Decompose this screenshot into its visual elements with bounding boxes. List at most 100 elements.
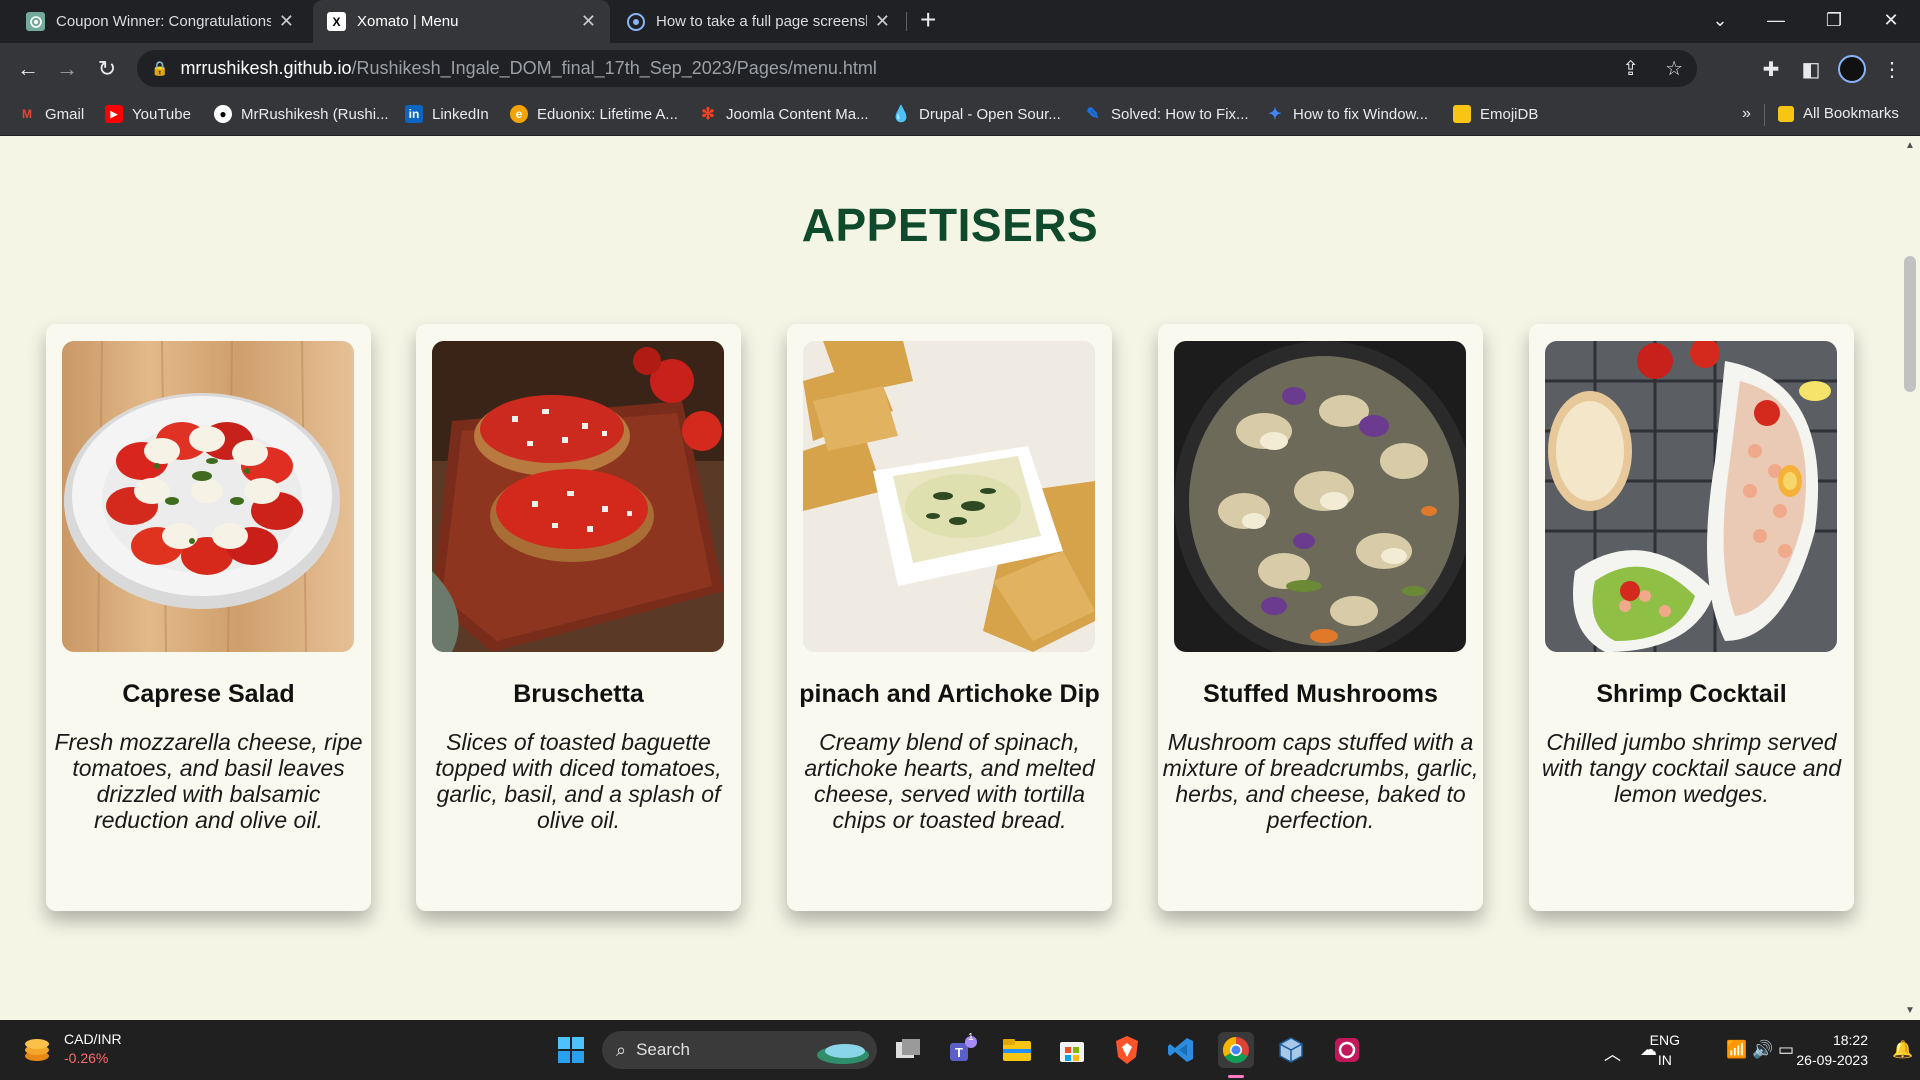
close-tab-icon[interactable]: ✕ [581, 11, 596, 32]
currency-change: -0.26% [64, 1050, 109, 1066]
bookmark-label: Gmail [45, 105, 85, 123]
item-name: pinach and Artichoke Dip [799, 680, 1100, 708]
bookmark-label: YouTube [132, 105, 191, 123]
search-label: Search [636, 1040, 690, 1059]
clock[interactable]: 18:22 26-09-2023 [1796, 1030, 1868, 1070]
wifi-icon[interactable]: 📶 [1726, 1040, 1747, 1060]
extensions-puzzle-icon[interactable]: ✚ [1757, 55, 1785, 83]
currency-widget[interactable]: CAD/INR -0.26% [22, 1030, 122, 1068]
menu-card-stuffed-mushrooms[interactable]: Stuffed Mushrooms Mushroom caps stuffed … [1158, 324, 1483, 911]
svg-text:T: T [955, 1045, 963, 1060]
bookmark-label: LinkedIn [432, 105, 489, 123]
item-description: Chilled jumbo shrimp served with tangy c… [1541, 729, 1842, 807]
profile-avatar-icon[interactable] [1838, 55, 1866, 83]
forward-arrow-icon[interactable]: → [51, 53, 83, 85]
windows-start-icon[interactable] [553, 1032, 589, 1068]
taskbar-search-box[interactable]: ⌕ Search [602, 1031, 877, 1069]
notification-bell-icon[interactable]: 🔔 [1892, 1040, 1913, 1060]
show-hidden-icons-chevron-icon[interactable]: ︿ [1604, 1040, 1621, 1065]
active-app-indicator [1228, 1075, 1244, 1078]
tab-divider [906, 12, 907, 31]
chrome-taskbar-icon[interactable] [1218, 1032, 1254, 1068]
bookmark-gmail[interactable]: M Gmail [18, 105, 84, 123]
bookmark-eduonix[interactable]: e Eduonix: Lifetime A... [510, 105, 678, 123]
tab-search-chevron-icon[interactable]: ⌄ [1692, 0, 1748, 40]
page-viewport: APPETISERS Caprese Salad Fresh mozzarell… [0, 136, 1920, 1020]
url-path: /Rushikesh_Ingale_DOM_final_17th_Sep_202… [351, 58, 877, 78]
tab-title: How to take a full page screenshot [656, 13, 867, 30]
sparkle-icon: ✦ [1268, 106, 1282, 123]
search-icon: ⌕ [616, 1039, 627, 1060]
menu-card-spinach-artichoke-dip[interactable]: pinach and Artichoke Dip Creamy blend of… [787, 324, 1112, 911]
scroll-down-arrow-icon[interactable]: ▼ [1905, 1005, 1915, 1016]
volume-icon[interactable]: 🔊 [1752, 1040, 1773, 1060]
bookmark-windows-fix[interactable]: ✦ How to fix Window... [1266, 105, 1429, 124]
bookmark-label: All Bookmarks [1803, 105, 1899, 122]
youtube-icon: ▶ [105, 105, 123, 123]
bookmark-solved[interactable]: ✎ Solved: How to Fix... [1084, 105, 1248, 124]
tab-coupon[interactable]: Coupon Winner: Congratulations ✕ [12, 0, 308, 43]
menu-card-shrimp-cocktail[interactable]: Shrimp Cocktail Chilled jumbo shrimp ser… [1529, 324, 1854, 911]
bookmark-star-icon[interactable]: ☆ [1665, 56, 1683, 81]
clock-time: 18:22 [1832, 1032, 1868, 1048]
menu-card-bruschetta[interactable]: Bruschetta Slices of toasted baguette to… [416, 324, 741, 911]
brave-browser-icon[interactable] [1109, 1032, 1145, 1068]
bookmark-github[interactable]: ● MrRushikesh (Rushi... [214, 105, 389, 123]
item-name: Bruschetta [513, 680, 644, 708]
bookmark-label: MrRushikesh (Rushi... [241, 105, 389, 123]
spinach-artichoke-dip-image [803, 341, 1095, 652]
stuffed-mushrooms-image [1174, 341, 1466, 652]
battery-icon[interactable]: ▭ [1778, 1040, 1794, 1060]
bookmark-label: How to fix Window... [1293, 105, 1429, 123]
xomato-icon: X [327, 12, 346, 31]
address-bar[interactable]: 🔒 mrrushikesh.github.io/Rushikesh_Ingale… [137, 50, 1697, 87]
overflow-label: » [1742, 105, 1751, 122]
tab-xomato-menu[interactable]: X Xomato | Menu ✕ [313, 0, 610, 43]
bookmark-youtube[interactable]: ▶ YouTube [105, 105, 191, 123]
bookmark-emojidb[interactable]: EmojiDB [1453, 105, 1538, 123]
task-view-icon[interactable] [890, 1032, 926, 1068]
bookmarks-overflow-chevron-icon[interactable]: » [1742, 105, 1751, 123]
currency-chart-icon [25, 1039, 49, 1061]
scroll-up-arrow-icon[interactable]: ▲ [1905, 140, 1915, 151]
restore-icon[interactable]: ❐ [1806, 0, 1862, 40]
language-indicator[interactable]: ENG IN [1650, 1030, 1680, 1070]
all-bookmarks-button[interactable]: All Bookmarks [1778, 105, 1899, 122]
microsoft-store-icon[interactable] [1054, 1032, 1090, 1068]
chrome-icon [626, 12, 645, 31]
close-window-icon[interactable]: ✕ [1863, 0, 1919, 40]
search-highlight-icon [817, 1044, 869, 1064]
bookmark-label: Eduonix: Lifetime A... [537, 105, 678, 123]
bookmark-joomla[interactable]: ✻ Joomla Content Ma... [699, 105, 868, 124]
windows-taskbar: CAD/INR -0.26% ⌕ Search T 1 ︿ ☁ ENG IN 📶… [0, 1020, 1920, 1080]
menu-card-caprese-salad[interactable]: Caprese Salad Fresh mozzarella cheese, r… [46, 324, 371, 911]
file-explorer-icon[interactable] [999, 1032, 1035, 1068]
virtualbox-icon[interactable] [1273, 1032, 1309, 1068]
bookmark-drupal[interactable]: 💧 Drupal - Open Sour... [891, 105, 1061, 124]
side-panel-icon[interactable]: ◧ [1797, 55, 1825, 83]
folder-icon [1778, 105, 1794, 122]
reload-icon[interactable]: ↻ [91, 53, 123, 85]
bruschetta-image [432, 341, 724, 652]
back-arrow-icon[interactable]: ← [12, 53, 44, 85]
caprese-salad-image [62, 341, 354, 652]
share-icon[interactable]: ⇪ [1622, 56, 1639, 81]
page-scrollbar[interactable]: ▲ ▼ [1900, 136, 1920, 1020]
screen-recorder-icon[interactable] [1329, 1032, 1365, 1068]
kebab-menu-icon[interactable]: ⋮ [1878, 55, 1906, 83]
new-tab-icon[interactable]: + [920, 4, 936, 36]
close-tab-icon[interactable]: ✕ [279, 11, 294, 32]
system-tray: ︿ ☁ ENG IN 📶 🔊 ▭ 18:22 26-09-2023 🔔 [1590, 1020, 1920, 1080]
minimize-icon[interactable]: — [1748, 0, 1804, 40]
close-tab-icon[interactable]: ✕ [875, 11, 890, 32]
linkedin-icon: in [405, 105, 423, 123]
tab-screenshot-guide[interactable]: How to take a full page screenshot ✕ [612, 0, 904, 43]
teams-icon[interactable]: T 1 [944, 1032, 980, 1068]
bookmark-linkedin[interactable]: in LinkedIn [405, 105, 489, 123]
tab-title: Xomato | Menu [357, 13, 459, 30]
item-description: Fresh mozzarella cheese, ripe tomatoes, … [54, 729, 363, 833]
vscode-icon[interactable] [1163, 1032, 1199, 1068]
scrollbar-thumb[interactable] [1904, 256, 1916, 392]
joomla-icon: ✻ [701, 106, 715, 123]
openai-icon [26, 12, 45, 31]
